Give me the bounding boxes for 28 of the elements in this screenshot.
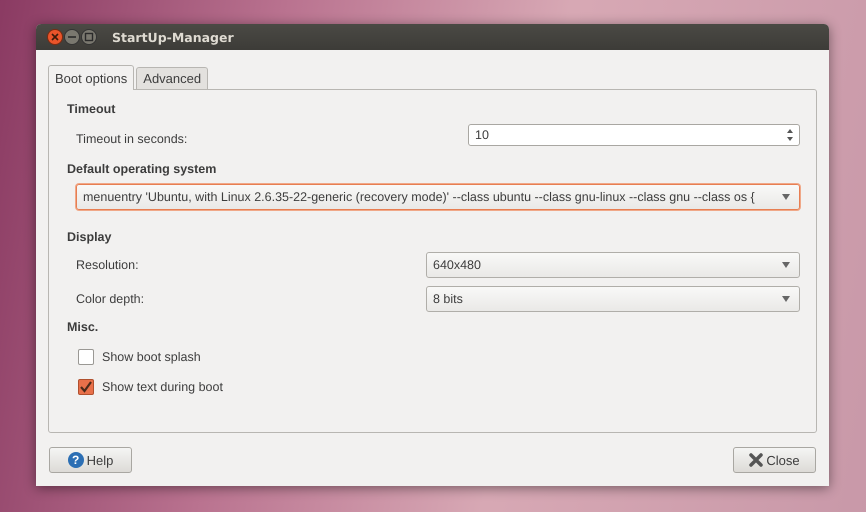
checkbox-label: Show text during boot [102,380,223,394]
section-heading: Timeout [67,102,116,116]
help-icon: ? [68,452,84,468]
section-heading: Default operating system [67,162,218,176]
minimize-icon[interactable] [64,29,80,45]
maximize-icon[interactable] [81,29,97,45]
caret-icon [781,262,791,268]
dropdown[interactable]: 8 bits [426,286,800,312]
dropdown[interactable]: 640x480 [426,252,800,278]
checkbox[interactable] [78,379,94,395]
checkbox[interactable] [78,349,94,365]
window-title: StartUp-Manager [112,30,234,44]
section-heading: Display [67,230,112,244]
tab[interactable]: Boot options [48,65,134,90]
section-heading: Misc. [67,320,100,334]
help-button[interactable]: ? Help [49,447,132,473]
field-label: Timeout in seconds: [76,132,188,146]
close-button[interactable]: Close [733,447,816,473]
spin-field[interactable]: 10 [468,124,800,146]
dropdown[interactable]: menuentry 'Ubuntu, with Linux 2.6.35-22-generic (recovery mode)' --class ubuntu --class gnu-linux --class gnu --class os { [76,184,800,210]
close-icon[interactable] [47,29,63,45]
tab[interactable]: Advanced [136,67,208,89]
field-label: Resolution: [76,258,139,272]
caret-icon [781,194,791,200]
field-label: Color depth: [76,292,144,306]
caret-icon [781,296,791,302]
close-icon [749,453,764,467]
checkbox-label: Show boot splash [102,350,201,364]
